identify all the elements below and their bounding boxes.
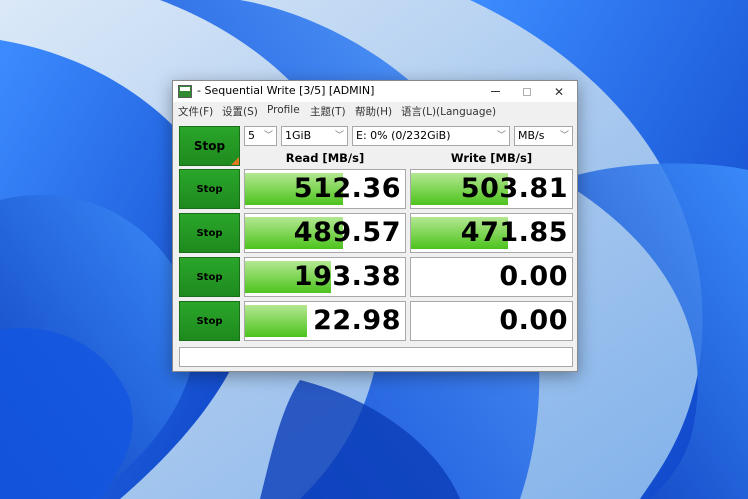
stop-all-button[interactable]: Stop	[179, 126, 240, 166]
write-header: Write [MB/s]	[450, 151, 533, 165]
menu-theme[interactable]: 主题(T)	[310, 104, 346, 119]
row-2-read-cell: 489.57	[244, 213, 406, 253]
read-header: Read [MB/s]	[285, 151, 365, 165]
row-4-read-cell: 22.98	[244, 301, 406, 341]
test-size-value: 1GiB	[285, 129, 312, 142]
row-3-write-value: 0.00	[499, 261, 568, 292]
drive-select[interactable]: E: 0% (0/232GiB) ﹀	[352, 126, 510, 146]
close-button[interactable]: ✕	[543, 81, 575, 102]
row-1-stop-button[interactable]: Stop	[179, 169, 240, 209]
maximize-icon	[523, 87, 531, 96]
row-4-stop-button[interactable]: Stop	[179, 301, 240, 341]
benchmark-panel: Stop 5 ﹀ 1GiB ﹀ E: 0% (0/232GiB) ﹀ MB/s …	[173, 121, 577, 371]
chevron-down-icon: ﹀	[334, 131, 344, 141]
row-1-read-value: 512.36	[293, 173, 401, 204]
close-icon: ✕	[553, 84, 565, 99]
test-size-select[interactable]: 1GiB ﹀	[281, 126, 348, 146]
row-3-read-value: 193.38	[293, 261, 401, 292]
minimize-icon	[490, 91, 500, 92]
row-2-write-value: 471.85	[460, 217, 568, 248]
drive-value: E: 0% (0/232GiB)	[356, 129, 451, 142]
menu-file[interactable]: 文件(F)	[178, 104, 213, 119]
row-4-write-cell: 0.00	[410, 301, 573, 341]
maximize-button[interactable]	[511, 81, 543, 102]
row-1-stop-label: Stop	[196, 183, 223, 195]
row-4-read-bar	[245, 305, 308, 337]
row-2-write-cell: 471.85	[410, 213, 573, 253]
app-icon	[178, 85, 192, 98]
minimize-button[interactable]	[479, 81, 511, 102]
row-1-read-cell: 512.36	[244, 169, 406, 209]
menu-settings[interactable]: 设置(S)	[222, 104, 258, 119]
title-bar[interactable]: - Sequential Write [3/5] [ADMIN] ✕	[173, 81, 577, 102]
row-4-read-value: 22.98	[313, 305, 401, 336]
row-2-read-value: 489.57	[293, 217, 401, 248]
crystaldiskmark-window: - Sequential Write [3/5] [ADMIN] ✕ 文件(F)…	[172, 80, 578, 372]
status-comment-field[interactable]	[179, 347, 573, 367]
row-4-write-value: 0.00	[499, 305, 568, 336]
row-2-stop-button[interactable]: Stop	[179, 213, 240, 253]
row-1-write-value: 503.81	[460, 173, 568, 204]
corner-indicator	[231, 157, 239, 165]
row-3-stop-button[interactable]: Stop	[179, 257, 240, 297]
menu-help[interactable]: 帮助(H)	[355, 104, 392, 119]
test-count-select[interactable]: 5 ﹀	[244, 126, 277, 146]
stop-all-label: Stop	[193, 139, 226, 153]
menu-profile[interactable]: Profile	[267, 104, 300, 116]
menu-bar: 文件(F) 设置(S) Profile 主题(T) 帮助(H) 语言(L)(La…	[173, 102, 577, 121]
row-1-write-cell: 503.81	[410, 169, 573, 209]
row-3-read-cell: 193.38	[244, 257, 406, 297]
test-count-value: 5	[248, 129, 255, 142]
menu-language[interactable]: 语言(L)(Language)	[401, 104, 496, 119]
row-2-stop-label: Stop	[196, 227, 223, 239]
row-3-stop-label: Stop	[196, 271, 223, 283]
window-title: - Sequential Write [3/5] [ADMIN]	[197, 84, 375, 97]
chevron-down-icon: ﹀	[559, 131, 569, 141]
row-4-stop-label: Stop	[196, 315, 223, 327]
unit-value: MB/s	[518, 129, 545, 142]
unit-select[interactable]: MB/s ﹀	[514, 126, 573, 146]
chevron-down-icon: ﹀	[263, 131, 273, 141]
chevron-down-icon: ﹀	[496, 131, 506, 141]
row-3-write-cell: 0.00	[410, 257, 573, 297]
